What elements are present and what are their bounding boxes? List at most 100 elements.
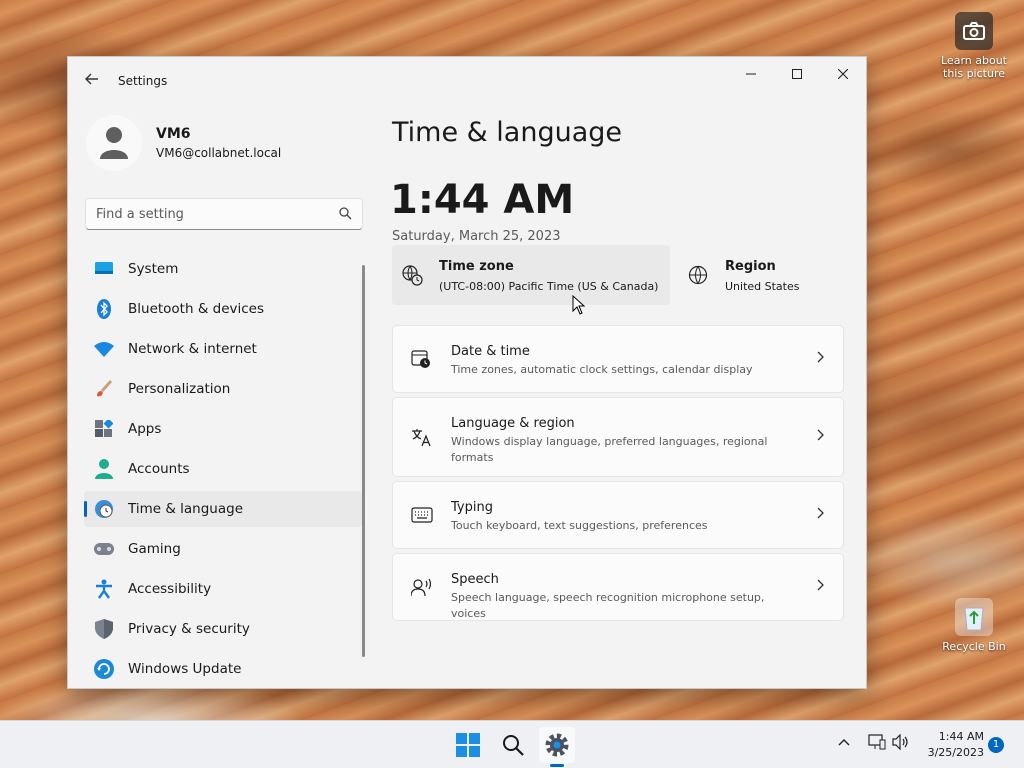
taskbar-clock[interactable]: 1:44 AM 3/25/2023 bbox=[920, 729, 984, 761]
card-title: Typing bbox=[451, 500, 493, 515]
sidebar-item-label: Accounts bbox=[128, 461, 190, 477]
profile-email: VM6@collabnet.local bbox=[156, 146, 282, 160]
card-title: Language & region bbox=[451, 416, 575, 431]
language-icon bbox=[412, 429, 431, 447]
sidebar-item-accounts[interactable]: Accounts bbox=[84, 451, 362, 487]
settings-window: Settings VM6 VM6@collabnet.local Find a … bbox=[67, 56, 867, 689]
minimize-icon bbox=[746, 73, 756, 75]
title-bar: Settings bbox=[68, 57, 866, 105]
update-icon bbox=[94, 659, 114, 679]
sidebar: VM6 VM6@collabnet.local System Bluetooth… bbox=[68, 105, 378, 688]
sidebar-item-label: System bbox=[128, 261, 179, 277]
maximize-button[interactable] bbox=[774, 57, 820, 91]
mouse-cursor-icon bbox=[572, 295, 586, 315]
back-arrow-icon bbox=[85, 73, 98, 85]
chevron-right-icon bbox=[817, 429, 825, 445]
time-zone-icon bbox=[402, 265, 423, 286]
region-tile[interactable]: Region United States bbox=[682, 245, 842, 305]
show-hidden-icons-button[interactable] bbox=[838, 735, 850, 749]
start-button[interactable] bbox=[450, 727, 486, 763]
sidebar-scrollbar[interactable] bbox=[362, 265, 365, 657]
learn-about-picture-label: Learn about this picture bbox=[941, 54, 1007, 80]
time-zone-title: Time zone bbox=[439, 259, 514, 274]
notification-badge[interactable]: 1 bbox=[988, 737, 1004, 753]
sidebar-item-apps[interactable]: Apps bbox=[84, 411, 362, 447]
chevron-right-icon bbox=[817, 579, 825, 595]
accessibility-icon bbox=[94, 579, 114, 599]
sidebar-item-label: Bluetooth & devices bbox=[128, 301, 265, 317]
system-icon bbox=[94, 259, 114, 279]
back-button[interactable] bbox=[82, 71, 102, 91]
sidebar-item-accessibility[interactable]: Accessibility bbox=[84, 571, 362, 607]
taskbar-search-button[interactable] bbox=[495, 727, 531, 763]
globe-icon bbox=[688, 265, 708, 285]
taskbar-date: 3/25/2023 bbox=[927, 746, 984, 759]
sidebar-item-label: Accessibility bbox=[128, 581, 212, 597]
main-content: Time & language 1:44 AM Saturday, March … bbox=[390, 105, 866, 688]
active-app-indicator bbox=[550, 764, 564, 767]
sidebar-item-label: Personalization bbox=[128, 381, 231, 397]
typing-card[interactable]: Typing Touch keyboard, text suggestions,… bbox=[392, 481, 844, 549]
sidebar-item-label: Privacy & security bbox=[128, 621, 250, 637]
apps-icon bbox=[94, 419, 114, 439]
time-zone-tile[interactable]: Time zone (UTC-08:00) Pacific Time (US &… bbox=[392, 245, 670, 305]
sidebar-item-bluetooth[interactable]: Bluetooth & devices bbox=[84, 291, 362, 327]
maximize-icon bbox=[792, 69, 802, 79]
search-icon[interactable] bbox=[339, 207, 352, 220]
nav-list: System Bluetooth & devices Network & int… bbox=[68, 251, 364, 688]
close-button[interactable] bbox=[820, 57, 866, 91]
sidebar-item-label: Gaming bbox=[128, 541, 181, 557]
recycle-bin-shortcut[interactable]: Recycle Bin bbox=[939, 598, 1009, 653]
sidebar-item-system[interactable]: System bbox=[84, 251, 362, 287]
time-zone-value: (UTC-08:00) Pacific Time (US & Canada) bbox=[439, 280, 659, 293]
network-icon bbox=[868, 734, 886, 750]
sidebar-item-windows-update[interactable]: Windows Update bbox=[84, 651, 362, 687]
sidebar-item-personalization[interactable]: Personalization bbox=[84, 371, 362, 407]
settings-cards: Date & time Time zones, automatic clock … bbox=[392, 325, 844, 625]
date-time-card[interactable]: Date & time Time zones, automatic clock … bbox=[392, 325, 844, 393]
user-profile[interactable]: VM6 VM6@collabnet.local bbox=[86, 115, 281, 171]
speaker-icon bbox=[892, 733, 908, 751]
speech-card[interactable]: Speech Speech language, speech recogniti… bbox=[392, 553, 844, 621]
sidebar-item-label: Windows Update bbox=[128, 661, 242, 677]
chevron-right-icon bbox=[817, 507, 825, 523]
sidebar-item-label: Network & internet bbox=[128, 341, 257, 357]
page-title: Time & language bbox=[392, 117, 623, 148]
card-title: Date & time bbox=[451, 344, 530, 359]
sidebar-item-privacy[interactable]: Privacy & security bbox=[84, 611, 362, 647]
sidebar-item-time-language[interactable]: Time & language bbox=[84, 491, 362, 527]
language-region-card[interactable]: Language & region Windows display langua… bbox=[392, 397, 844, 477]
card-title: Speech bbox=[451, 572, 499, 587]
minimize-button[interactable] bbox=[728, 57, 774, 91]
learn-about-picture-shortcut[interactable]: Learn about this picture bbox=[939, 12, 1009, 80]
taskbar-settings-app[interactable] bbox=[539, 727, 575, 763]
avatar bbox=[86, 115, 142, 171]
search-icon bbox=[503, 735, 524, 756]
windows-logo-icon bbox=[456, 733, 480, 757]
card-subtitle: Touch keyboard, text suggestions, prefer… bbox=[451, 519, 708, 532]
chevron-right-icon bbox=[817, 351, 825, 367]
recycle-bin-label: Recycle Bin bbox=[942, 640, 1006, 653]
network-tray-button[interactable] bbox=[868, 734, 886, 753]
sidebar-item-gaming[interactable]: Gaming bbox=[84, 531, 362, 567]
keyboard-icon bbox=[411, 507, 433, 523]
bluetooth-icon bbox=[94, 299, 114, 319]
window-title: Settings bbox=[118, 74, 168, 88]
time-language-icon bbox=[94, 499, 114, 519]
volume-tray-button[interactable] bbox=[892, 733, 910, 753]
current-date: Saturday, March 25, 2023 bbox=[392, 229, 561, 244]
card-subtitle: Speech language, speech recognition micr… bbox=[451, 591, 765, 620]
user-icon bbox=[100, 127, 128, 159]
sidebar-item-network[interactable]: Network & internet bbox=[84, 331, 362, 367]
brush-icon bbox=[94, 379, 114, 399]
wifi-icon bbox=[94, 339, 114, 359]
search-box bbox=[85, 198, 363, 230]
speech-icon bbox=[411, 578, 432, 597]
search-input[interactable] bbox=[86, 199, 326, 229]
sidebar-item-label: Time & language bbox=[128, 501, 244, 517]
close-icon bbox=[838, 69, 848, 79]
calendar-clock-icon bbox=[411, 350, 430, 368]
camera-icon bbox=[955, 12, 993, 50]
taskbar: 1:44 AM 3/25/2023 1 bbox=[0, 720, 1024, 768]
gear-icon bbox=[545, 733, 569, 757]
